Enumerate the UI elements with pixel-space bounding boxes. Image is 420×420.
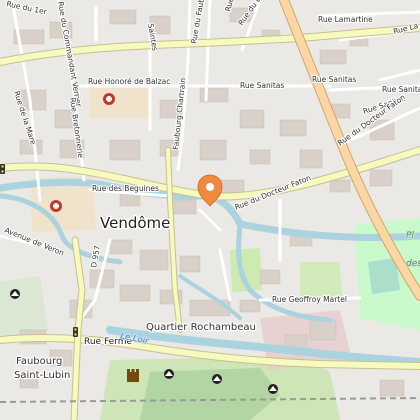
district-label: Faubourg — [16, 356, 62, 367]
district-label: Saint-Lubin — [14, 370, 70, 381]
district-label: Quartier Rochambeau — [146, 322, 256, 333]
street-label: Rue Honoré de Balzac — [88, 77, 170, 86]
viewpoint-icon[interactable] — [268, 384, 278, 394]
street-label: Rue Sanitas — [240, 81, 284, 90]
park-label: des — [406, 259, 420, 269]
street-label: Rue Lamartine — [318, 15, 373, 24]
viewpoint-icon[interactable] — [212, 374, 222, 384]
hospital-grounds-north — [90, 84, 150, 118]
traffic-signal-icon — [0, 164, 5, 174]
forest-area — [140, 368, 280, 420]
map-view[interactable]: Rue du 1er Rue du Commandant Verrier Rue… — [0, 0, 420, 420]
traffic-signal-icon — [73, 327, 78, 337]
viewpoint-icon[interactable] — [164, 369, 174, 379]
map-canvas[interactable]: Rue du 1er Rue du Commandant Verrier Rue… — [0, 0, 420, 420]
hospital-icon[interactable] — [50, 200, 62, 212]
castle-icon[interactable] — [127, 369, 139, 382]
viewpoint-icon[interactable] — [10, 289, 20, 299]
park-label: Pl — [406, 231, 414, 241]
street-label: Rue des Beguines — [92, 184, 159, 193]
street-label: Rue Sanitas — [312, 75, 356, 84]
hospital-icon[interactable] — [103, 93, 115, 105]
town-label: Vendôme — [100, 214, 170, 232]
street-label: Rue Geoffroy Martel — [272, 295, 347, 304]
